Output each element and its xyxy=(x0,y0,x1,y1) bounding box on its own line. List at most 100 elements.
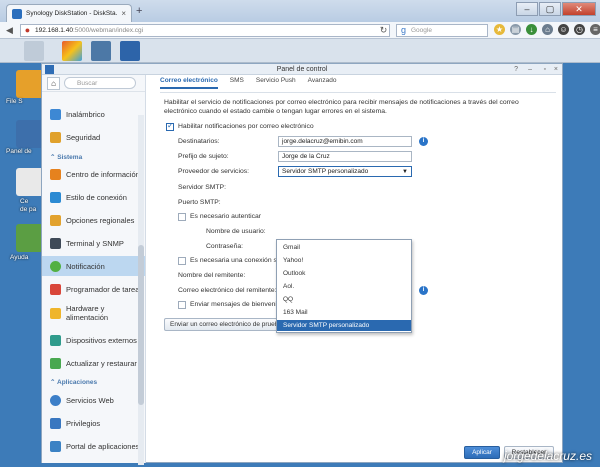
package-center-icon[interactable] xyxy=(62,41,82,61)
sidebar-top: ⌂ Buscar xyxy=(42,75,145,92)
provider-option-selected[interactable]: Servidor SMTP personalizado xyxy=(277,320,411,331)
bookmarks-icon[interactable]: ▤ xyxy=(510,24,521,35)
provider-option[interactable]: 163 Mail xyxy=(277,307,411,318)
control-panel-window: Panel de control ? – ▫ × ⌂ Buscar Inalám… xyxy=(41,63,563,465)
welcome-checkbox[interactable] xyxy=(178,301,186,309)
site-info-icon[interactable]: ● xyxy=(22,25,33,36)
home-button[interactable]: ⌂ xyxy=(47,76,60,90)
minimize-window-icon[interactable]: – xyxy=(528,64,532,75)
sidebar-item-regional[interactable]: Opciones regionales xyxy=(42,210,145,230)
test-email-button[interactable]: Enviar un correo electrónico de prueba xyxy=(164,318,288,331)
minimize-icon[interactable]: – xyxy=(516,2,538,16)
info-icon[interactable]: i xyxy=(419,137,428,146)
update-icon xyxy=(50,357,61,369)
sidebar-item-terminal[interactable]: Terminal y SNMP xyxy=(42,233,145,253)
sidebar-item-label: Terminal y SNMP xyxy=(66,238,124,248)
sidebar-item-info[interactable]: Centro de información xyxy=(42,164,145,184)
maximize-window-icon[interactable]: ▫ xyxy=(544,64,546,75)
sidebar: ⌂ Buscar Inalámbrico Seguridad ⌃ Sistema… xyxy=(42,75,146,465)
search-engine-icon[interactable]: g xyxy=(398,25,409,36)
provider-dropdown: Gmail Yahoo! Outlook Aol. QQ 163 Mail Se… xyxy=(276,239,412,333)
provider-option[interactable]: Aol. xyxy=(277,281,411,292)
shield-icon xyxy=(50,131,61,143)
url-bar[interactable]: 192.168.1.40:5000/webman/index.cgi xyxy=(20,24,390,37)
provider-option[interactable]: Outlook xyxy=(277,268,411,279)
sidebar-item-portal[interactable]: Portal de aplicaciones xyxy=(42,436,145,456)
globe-icon xyxy=(50,394,61,406)
sidebar-item-dispositivos[interactable]: Dispositivos externos xyxy=(42,330,145,350)
close-panel-icon[interactable]: × xyxy=(554,64,558,75)
url-host: 192.168.1.40 xyxy=(35,27,73,34)
prefijo-label: Prefijo de sujeto: xyxy=(178,153,229,160)
new-tab-icon[interactable]: + xyxy=(136,5,142,17)
desktop-label-depa: de pa xyxy=(20,206,37,213)
history-icon[interactable]: ◷ xyxy=(574,24,585,35)
tab-avanzado[interactable]: Avanzado xyxy=(308,77,337,89)
search-input[interactable]: Google xyxy=(396,24,488,37)
help-icon[interactable]: ? xyxy=(514,64,518,75)
tab-push[interactable]: Servicio Push xyxy=(256,77,296,89)
provider-option[interactable]: Gmail xyxy=(277,242,411,253)
control-panel-taskbar-icon[interactable] xyxy=(120,41,140,61)
main-menu-icon[interactable] xyxy=(24,41,44,61)
file-station-icon[interactable] xyxy=(91,41,111,61)
home-icon[interactable]: ⌂ xyxy=(542,24,553,35)
close-tab-icon[interactable]: × xyxy=(121,9,126,18)
browser-titlebar: Synology DiskStation - DiskSta... × + – … xyxy=(0,0,600,22)
tab-title: Synology DiskStation - DiskSta... xyxy=(26,10,118,17)
sidebar-section-sistema[interactable]: ⌃ Sistema xyxy=(50,153,82,161)
back-icon[interactable]: ◀ xyxy=(4,25,15,36)
sidebar-item-servicios-web[interactable]: Servicios Web xyxy=(42,390,145,410)
auth-checkbox[interactable] xyxy=(178,213,186,221)
sidebar-item-actualizar[interactable]: Actualizar y restaurar xyxy=(42,353,145,373)
reload-icon[interactable]: ↻ xyxy=(378,25,389,36)
browser-tab[interactable]: Synology DiskStation - DiskSta... × xyxy=(6,4,132,22)
sidebar-item-label: Privilegios xyxy=(66,418,101,428)
menu-icon[interactable]: ≡ xyxy=(590,24,600,35)
watermark: jorgedelacruz.es xyxy=(503,449,592,463)
sidebar-item-estilo[interactable]: Estilo de conexión xyxy=(42,187,145,207)
apply-button[interactable]: Aplicar xyxy=(464,446,500,459)
remitente-label: Nombre del remitente: xyxy=(178,272,246,279)
portal-icon xyxy=(50,440,61,452)
prefijo-input[interactable]: Jorge de la Cruz xyxy=(278,151,412,162)
connection-style-icon xyxy=(50,191,61,203)
sidebar-scrollbar[interactable] xyxy=(138,115,144,465)
secure-checkbox[interactable] xyxy=(178,257,186,265)
privileges-icon xyxy=(50,417,61,429)
sidebar-section-aplicaciones[interactable]: ⌃ Aplicaciones xyxy=(50,378,97,386)
proveedor-select[interactable]: Servidor SMTP personalizado ▼ xyxy=(278,166,412,177)
sidebar-search-input[interactable]: Buscar xyxy=(64,77,136,89)
sidebar-item-label: Opciones regionales xyxy=(66,215,135,225)
enable-email-checkbox[interactable] xyxy=(166,121,174,131)
servidor-label: Servidor SMTP: xyxy=(178,184,226,191)
star-icon[interactable]: ★ xyxy=(494,24,505,35)
download-icon[interactable]: ↓ xyxy=(526,24,537,35)
destinatarios-label: Destinatarios: xyxy=(178,138,220,145)
sidebar-item-hardware[interactable]: Hardware y alimentación xyxy=(42,300,145,326)
sidebar-item-programador[interactable]: Programador de tareas xyxy=(42,279,145,299)
close-window-icon[interactable]: ✕ xyxy=(562,2,596,16)
destinatarios-input[interactable]: jorge.delacruz@emibin.com xyxy=(278,136,412,147)
provider-option[interactable]: QQ xyxy=(277,294,411,305)
sidebar-item-privilegios[interactable]: Privilegios xyxy=(42,413,145,433)
sidebar-item-inalambrico[interactable]: Inalámbrico xyxy=(42,104,145,124)
proveedor-selected-value: Servidor SMTP personalizado xyxy=(282,168,369,175)
desktop-label-ce: Ce xyxy=(20,198,29,205)
external-devices-icon xyxy=(50,334,61,346)
addon-icon[interactable]: ☺ xyxy=(558,24,569,35)
scroll-thumb[interactable] xyxy=(138,245,144,405)
provider-option[interactable]: Yahoo! xyxy=(277,255,411,266)
maximize-icon[interactable]: ▢ xyxy=(539,2,561,16)
puerto-label: Puerto SMTP: xyxy=(178,199,221,206)
tab-correo[interactable]: Correo electrónico xyxy=(160,77,218,89)
sidebar-item-seguridad[interactable]: Seguridad xyxy=(42,127,145,147)
tab-sms[interactable]: SMS xyxy=(230,77,244,89)
sidebar-item-label: Portal de aplicaciones xyxy=(66,441,140,451)
sidebar-item-notificacion[interactable]: Notificación xyxy=(42,256,145,276)
info-center-icon xyxy=(50,168,61,180)
url-path: :5000/webman/index.cgi xyxy=(72,27,144,34)
sidebar-item-label: Programador de tareas xyxy=(66,284,144,294)
synology-favicon-icon xyxy=(12,8,22,19)
info-icon[interactable]: i xyxy=(419,286,428,295)
